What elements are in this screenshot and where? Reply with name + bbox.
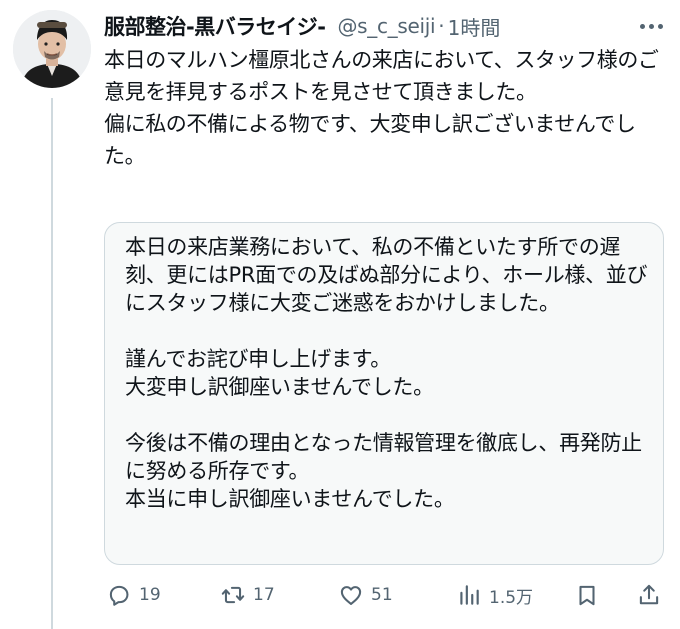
bookmark-button[interactable]: [574, 578, 600, 612]
timestamp[interactable]: 1時間: [448, 12, 501, 41]
separator: ·: [438, 14, 445, 38]
action-bar: 19 17 51 1.5万: [100, 578, 666, 612]
reply-button[interactable]: 19: [106, 578, 161, 612]
reply-icon: [109, 585, 129, 606]
quote-text: 本日の来店業務において、私の不備といたす所での遅刻、更にはPR面での及ばぬ部分に…: [125, 235, 648, 511]
like-button[interactable]: 51: [338, 578, 393, 612]
views-button[interactable]: 1.5万: [456, 578, 533, 612]
tweet-header: 服部整治-黒バラセイジ- @s_c_seiji · 1時間: [104, 8, 624, 44]
repost-button[interactable]: 17: [220, 578, 275, 612]
reply-count: 19: [139, 585, 161, 605]
heart-icon: [340, 586, 362, 605]
more-icon[interactable]: [634, 11, 668, 41]
repost-count: 17: [253, 585, 275, 605]
avatar[interactable]: [13, 10, 91, 88]
view-count: 1.5万: [489, 587, 534, 608]
repost-icon: [221, 586, 245, 604]
views-icon: [460, 585, 479, 605]
tweet-text: 本日のマルハン橿原北さんの来店において、スタッフ様のご意見を拝見するポストを見さ…: [104, 48, 659, 168]
thread-line: [51, 98, 53, 629]
display-name[interactable]: 服部整治-黒バラセイジ-: [104, 11, 326, 41]
bookmark-icon: [579, 585, 595, 606]
share-button[interactable]: [636, 578, 662, 612]
user-handle[interactable]: @s_c_seiji: [337, 14, 435, 38]
share-icon: [639, 584, 659, 605]
avatar-image: [13, 10, 91, 88]
quote-card[interactable]: 本日の来店業務において、私の不備といたす所での遅刻、更にはPR面での及ばぬ部分に…: [104, 222, 664, 565]
like-count: 51: [371, 585, 393, 605]
